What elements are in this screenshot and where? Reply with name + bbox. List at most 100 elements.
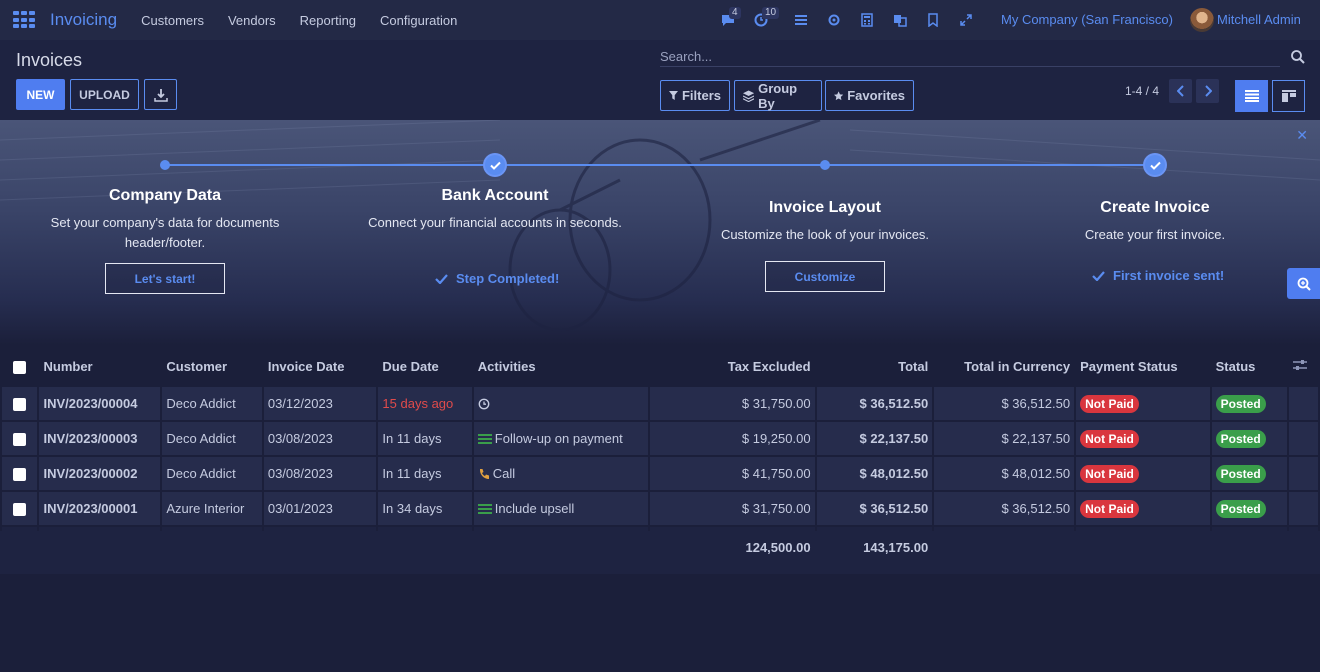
- due-date[interactable]: 15 days ago: [378, 387, 472, 420]
- company-switcher[interactable]: My Company (San Francisco): [1001, 12, 1173, 27]
- bookmark-icon[interactable]: [923, 10, 943, 30]
- filters-button[interactable]: Filters: [660, 80, 730, 111]
- total[interactable]: $ 36,512.50: [816, 387, 933, 420]
- pager-value[interactable]: 1-4 / 4: [1125, 84, 1159, 98]
- fullscreen-expand-icon[interactable]: [956, 10, 976, 30]
- user-menu[interactable]: Mitchell Admin: [1217, 12, 1301, 27]
- menu-configuration[interactable]: Configuration: [380, 13, 457, 28]
- column-customer[interactable]: Customer: [162, 347, 262, 385]
- tax-excluded[interactable]: $ 19,250.00: [650, 422, 815, 455]
- download-button[interactable]: [144, 79, 177, 110]
- payment-status-cell[interactable]: Not Paid: [1076, 422, 1210, 455]
- due-date[interactable]: In 34 days: [378, 492, 472, 525]
- row-checkbox-cell[interactable]: [2, 457, 38, 490]
- chat-icon[interactable]: 4: [718, 7, 741, 30]
- optional-columns-toggle[interactable]: [1288, 347, 1318, 385]
- table-row[interactable]: INV/2023/00002 Deco Addict 03/08/2023 In…: [2, 457, 1318, 490]
- column-number[interactable]: Number: [39, 347, 161, 385]
- activity-cell[interactable]: Follow-up on payment: [473, 422, 649, 455]
- column-payment-status[interactable]: Payment Status: [1076, 347, 1210, 385]
- column-status[interactable]: Status: [1211, 347, 1287, 385]
- kanban-view-button[interactable]: [1272, 80, 1305, 112]
- list-icon[interactable]: [477, 503, 492, 515]
- total-in-currency[interactable]: $ 48,012.50: [934, 457, 1075, 490]
- favorites-button[interactable]: Favorites: [825, 80, 914, 111]
- menu-reporting[interactable]: Reporting: [300, 13, 356, 28]
- status-cell[interactable]: Posted: [1211, 387, 1287, 420]
- due-date[interactable]: In 11 days: [378, 457, 472, 490]
- zoom-in-button[interactable]: [1287, 268, 1320, 299]
- column-due-date[interactable]: Due Date: [378, 347, 472, 385]
- invoice-number[interactable]: INV/2023/00003: [39, 422, 161, 455]
- phone-icon[interactable]: [478, 468, 490, 480]
- column-total-in-currency[interactable]: Total in Currency: [934, 347, 1075, 385]
- row-checkbox[interactable]: [13, 398, 27, 412]
- user-avatar[interactable]: [1190, 8, 1214, 32]
- due-date[interactable]: In 11 days: [378, 422, 472, 455]
- settings-gear-icon[interactable]: [824, 10, 844, 30]
- app-name[interactable]: Invoicing: [50, 10, 117, 30]
- table-row[interactable]: INV/2023/00003 Deco Addict 03/08/2023 In…: [2, 422, 1318, 455]
- column-total[interactable]: Total: [816, 347, 933, 385]
- row-checkbox-cell[interactable]: [2, 422, 38, 455]
- payment-status-cell[interactable]: Not Paid: [1076, 387, 1210, 420]
- row-checkbox-cell[interactable]: [2, 387, 38, 420]
- row-checkbox-cell[interactable]: [2, 492, 38, 525]
- row-checkbox[interactable]: [13, 503, 27, 517]
- table-row[interactable]: INV/2023/00001 Azure Interior 03/01/2023…: [2, 492, 1318, 525]
- status-cell[interactable]: Posted: [1211, 492, 1287, 525]
- pager-next-button[interactable]: [1196, 79, 1219, 103]
- payment-status-cell[interactable]: Not Paid: [1076, 492, 1210, 525]
- table-row[interactable]: INV/2023/00004 Deco Addict 03/12/2023 15…: [2, 387, 1318, 420]
- column-activities[interactable]: Activities: [473, 347, 649, 385]
- invoice-number[interactable]: INV/2023/00004: [39, 387, 161, 420]
- tax-excluded[interactable]: $ 31,750.00: [650, 492, 815, 525]
- invoice-number[interactable]: INV/2023/00001: [39, 492, 161, 525]
- search-input[interactable]: [660, 47, 1280, 67]
- status-cell[interactable]: Posted: [1211, 422, 1287, 455]
- customer-name[interactable]: Deco Addict: [162, 422, 262, 455]
- tax-excluded[interactable]: $ 31,750.00: [650, 387, 815, 420]
- menu-customers[interactable]: Customers: [141, 13, 204, 28]
- total[interactable]: $ 48,012.50: [816, 457, 933, 490]
- total-in-currency[interactable]: $ 36,512.50: [934, 387, 1075, 420]
- total[interactable]: $ 22,137.50: [816, 422, 933, 455]
- invoice-date[interactable]: 03/08/2023: [263, 457, 377, 490]
- translate-icon[interactable]: [890, 10, 910, 30]
- activity-cell[interactable]: [473, 387, 649, 420]
- customer-name[interactable]: Deco Addict: [162, 387, 262, 420]
- invoice-date[interactable]: 03/08/2023: [263, 422, 377, 455]
- lets-start-button[interactable]: Let's start!: [105, 263, 225, 294]
- activity-clock-icon[interactable]: 10: [751, 7, 780, 30]
- select-all-checkbox[interactable]: [13, 360, 27, 374]
- menu-vendors[interactable]: Vendors: [228, 13, 276, 28]
- upload-button[interactable]: UPLOAD: [70, 79, 139, 110]
- close-icon[interactable]: ✕: [1296, 127, 1308, 144]
- list-icon[interactable]: [477, 433, 492, 445]
- activity-cell[interactable]: Include upsell: [473, 492, 649, 525]
- column-invoice-date[interactable]: Invoice Date: [263, 347, 377, 385]
- payment-status-cell[interactable]: Not Paid: [1076, 457, 1210, 490]
- row-checkbox[interactable]: [13, 468, 27, 482]
- search-icon[interactable]: [1290, 49, 1306, 65]
- invoice-number[interactable]: INV/2023/00002: [39, 457, 161, 490]
- list-view-button[interactable]: [1235, 80, 1268, 112]
- total[interactable]: $ 36,512.50: [816, 492, 933, 525]
- column-tax-excluded[interactable]: Tax Excluded: [650, 347, 815, 385]
- calculator-icon[interactable]: [857, 10, 877, 30]
- customize-button[interactable]: Customize: [765, 261, 885, 292]
- customer-name[interactable]: Deco Addict: [162, 457, 262, 490]
- pager-previous-button[interactable]: [1169, 79, 1192, 103]
- row-checkbox[interactable]: [13, 433, 27, 447]
- list-view-toggle-icon[interactable]: [791, 10, 811, 30]
- tax-excluded[interactable]: $ 41,750.00: [650, 457, 815, 490]
- customer-name[interactable]: Azure Interior: [162, 492, 262, 525]
- activity-cell[interactable]: Call: [473, 457, 649, 490]
- groupby-button[interactable]: Group By: [734, 80, 822, 111]
- new-button[interactable]: NEW: [16, 79, 65, 110]
- select-all-checkbox-cell[interactable]: [2, 347, 38, 385]
- clock-icon[interactable]: [478, 398, 490, 410]
- total-in-currency[interactable]: $ 22,137.50: [934, 422, 1075, 455]
- total-in-currency[interactable]: $ 36,512.50: [934, 492, 1075, 525]
- invoice-date[interactable]: 03/12/2023: [263, 387, 377, 420]
